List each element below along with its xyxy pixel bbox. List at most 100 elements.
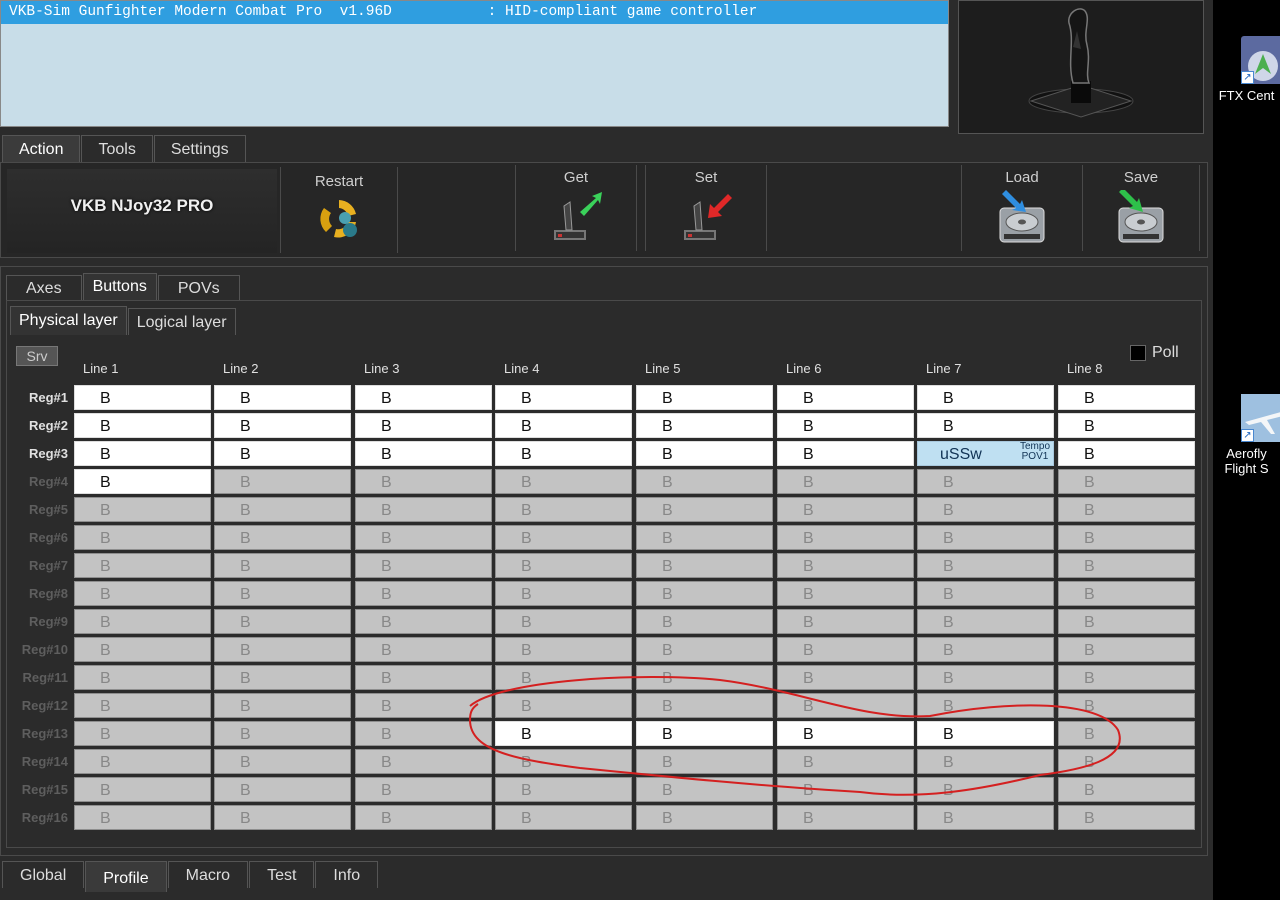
button-cell[interactable]: B: [1058, 637, 1195, 662]
button-cell[interactable]: B: [495, 553, 632, 578]
button-cell[interactable]: B: [214, 385, 351, 410]
button-cell[interactable]: B: [214, 777, 351, 802]
button-cell[interactable]: uSSw Tempo POV1: [917, 441, 1054, 466]
button-cell[interactable]: B: [1058, 525, 1195, 550]
button-cell[interactable]: B: [74, 553, 211, 578]
button-cell[interactable]: B: [355, 385, 492, 410]
button-cell[interactable]: B: [355, 581, 492, 606]
button-cell[interactable]: B: [1058, 777, 1195, 802]
save-button[interactable]: Save: [1082, 165, 1200, 251]
button-cell[interactable]: B: [636, 693, 773, 718]
button-cell[interactable]: B: [74, 665, 211, 690]
button-cell[interactable]: B: [355, 441, 492, 466]
button-cell[interactable]: B: [777, 637, 914, 662]
tab-logical-layer[interactable]: Logical layer: [127, 308, 236, 335]
button-cell[interactable]: B: [917, 497, 1054, 522]
tab-axes[interactable]: Axes: [6, 275, 82, 300]
button-cell[interactable]: B: [777, 609, 914, 634]
button-cell[interactable]: B: [917, 665, 1054, 690]
button-cell[interactable]: B: [917, 469, 1054, 494]
button-cell[interactable]: B: [214, 637, 351, 662]
button-cell[interactable]: B: [74, 581, 211, 606]
button-cell[interactable]: B: [777, 553, 914, 578]
tab-physical-layer[interactable]: Physical layer: [10, 306, 127, 335]
button-cell[interactable]: B: [355, 413, 492, 438]
button-cell[interactable]: B: [355, 497, 492, 522]
button-cell[interactable]: B: [495, 497, 632, 522]
button-cell[interactable]: B: [917, 413, 1054, 438]
button-cell[interactable]: B: [495, 665, 632, 690]
button-cell[interactable]: B: [636, 413, 773, 438]
button-cell[interactable]: B: [777, 581, 914, 606]
button-cell[interactable]: B: [214, 581, 351, 606]
button-cell[interactable]: B: [917, 749, 1054, 774]
button-cell[interactable]: B: [495, 441, 632, 466]
button-cell[interactable]: B: [1058, 721, 1195, 746]
button-cell[interactable]: B: [917, 693, 1054, 718]
button-cell[interactable]: B: [777, 525, 914, 550]
button-cell[interactable]: B: [214, 497, 351, 522]
button-cell[interactable]: B: [214, 525, 351, 550]
button-cell[interactable]: B: [777, 497, 914, 522]
button-cell[interactable]: B: [495, 805, 632, 830]
tab-buttons[interactable]: Buttons: [82, 273, 157, 300]
button-cell[interactable]: B: [917, 609, 1054, 634]
button-cell[interactable]: B: [214, 693, 351, 718]
button-cell[interactable]: B: [1058, 469, 1195, 494]
button-cell[interactable]: B: [355, 721, 492, 746]
tab-povs[interactable]: POVs: [157, 275, 240, 300]
poll-checkbox[interactable]: Poll: [1130, 344, 1179, 362]
button-cell[interactable]: B: [355, 553, 492, 578]
button-cell[interactable]: B: [495, 693, 632, 718]
get-button[interactable]: Get: [515, 165, 637, 251]
button-cell[interactable]: B: [1058, 609, 1195, 634]
button-cell[interactable]: B: [1058, 441, 1195, 466]
button-cell[interactable]: B: [636, 721, 773, 746]
button-cell[interactable]: B: [1058, 553, 1195, 578]
desktop-icon-ftx-central[interactable]: ↗ FTX Cent: [1213, 36, 1280, 103]
button-cell[interactable]: B: [495, 525, 632, 550]
button-cell[interactable]: B: [355, 665, 492, 690]
button-cell[interactable]: B: [777, 441, 914, 466]
button-cell[interactable]: B: [777, 777, 914, 802]
button-cell[interactable]: B: [1058, 413, 1195, 438]
button-cell[interactable]: B: [74, 805, 211, 830]
button-cell[interactable]: B: [777, 693, 914, 718]
button-cell[interactable]: B: [214, 721, 351, 746]
button-cell[interactable]: B: [74, 749, 211, 774]
button-cell[interactable]: B: [355, 693, 492, 718]
button-cell[interactable]: B: [74, 777, 211, 802]
button-cell[interactable]: B: [636, 497, 773, 522]
button-cell[interactable]: B: [917, 721, 1054, 746]
button-cell[interactable]: B: [917, 525, 1054, 550]
button-cell[interactable]: B: [917, 637, 1054, 662]
button-cell[interactable]: B: [74, 441, 211, 466]
button-cell[interactable]: B: [636, 805, 773, 830]
tab-info[interactable]: Info: [315, 861, 379, 888]
button-cell[interactable]: B: [636, 749, 773, 774]
restart-button[interactable]: Restart: [280, 167, 398, 253]
button-cell[interactable]: B: [355, 609, 492, 634]
button-cell[interactable]: B: [777, 385, 914, 410]
button-cell[interactable]: B: [917, 805, 1054, 830]
button-cell[interactable]: B: [495, 581, 632, 606]
button-cell[interactable]: B: [495, 469, 632, 494]
srv-button[interactable]: Srv: [16, 346, 58, 366]
button-cell[interactable]: B: [74, 609, 211, 634]
button-cell[interactable]: B: [636, 525, 773, 550]
button-cell[interactable]: B: [214, 553, 351, 578]
button-cell[interactable]: B: [1058, 805, 1195, 830]
button-cell[interactable]: B: [1058, 693, 1195, 718]
button-cell[interactable]: B: [917, 553, 1054, 578]
tab-global[interactable]: Global: [2, 861, 85, 888]
button-cell[interactable]: B: [214, 469, 351, 494]
button-cell[interactable]: B: [214, 413, 351, 438]
button-cell[interactable]: B: [495, 385, 632, 410]
device-list-row-selected[interactable]: VKB-Sim Gunfighter Modern Combat Pro v1.…: [1, 1, 948, 24]
button-cell[interactable]: B: [495, 413, 632, 438]
button-cell[interactable]: B: [636, 553, 773, 578]
button-cell[interactable]: B: [777, 805, 914, 830]
button-cell[interactable]: B: [74, 385, 211, 410]
button-cell[interactable]: B: [495, 749, 632, 774]
tab-settings[interactable]: Settings: [153, 135, 246, 162]
